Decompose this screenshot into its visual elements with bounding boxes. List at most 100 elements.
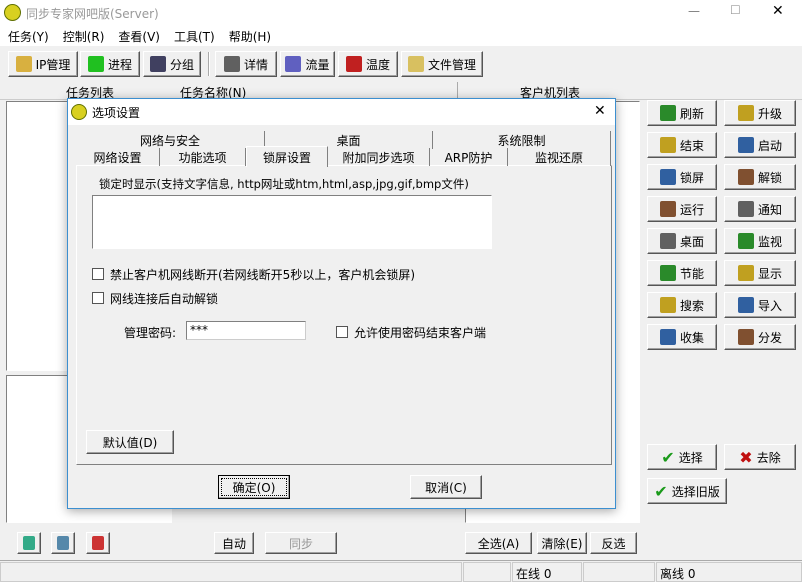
checkbox[interactable] — [92, 268, 104, 280]
action-button[interactable]: 节能 — [647, 260, 717, 286]
menu-item[interactable]: 帮助(H) — [229, 28, 271, 45]
action-icon — [659, 137, 676, 153]
menu-item[interactable]: 工具(T) — [174, 28, 215, 45]
toolbar-traffic-button[interactable]: 流量 — [280, 51, 335, 77]
tab[interactable]: 附加同步选项 — [328, 148, 430, 166]
dialog-title-bar: 选项设置 ✕ — [68, 99, 615, 125]
tab[interactable]: 网络设置 — [76, 148, 160, 166]
action-button[interactable]: 收集 — [647, 324, 717, 350]
status-pane — [463, 562, 511, 582]
action-icon — [737, 169, 754, 185]
action-icon — [737, 105, 754, 121]
cross-icon: ✖ — [739, 447, 753, 467]
action-button[interactable]: 运行 — [647, 196, 717, 222]
invert-button[interactable]: 反选 — [590, 532, 637, 554]
action-icon — [659, 265, 676, 281]
maximize-button[interactable]: ☐ — [730, 3, 741, 17]
action-button[interactable]: 监视 — [724, 228, 796, 254]
ip-icon — [15, 56, 32, 72]
password-input[interactable]: *** — [186, 321, 306, 340]
delete-icon — [92, 536, 104, 550]
menu-item[interactable]: 查看(V) — [118, 28, 160, 45]
auto-unlock-checkbox[interactable]: 网线连接后自动解锁 — [92, 290, 218, 307]
add-task-button[interactable] — [17, 532, 41, 554]
allow-password-exit-checkbox[interactable]: 允许使用密码结束客户端 — [336, 324, 486, 341]
title-bar: 同步专家网吧版(Server) — ☐ ✕ — [0, 0, 802, 26]
checkbox[interactable] — [92, 292, 104, 304]
add-task-icon — [23, 536, 35, 550]
select-all-button[interactable]: 全选(A) — [465, 532, 532, 554]
check-icon: ✔ — [654, 481, 668, 501]
status-pane — [583, 562, 655, 582]
file-manage-icon — [407, 56, 424, 72]
options-dialog: 选项设置 ✕ 网络与安全 桌面 系统限制 网络设置 功能选项 锁屏设置 附加同步选项 ARP… — [67, 98, 616, 509]
status-bar: 在线 0 离线 0 — [0, 560, 802, 582]
action-button[interactable]: 启动 — [724, 132, 796, 158]
action-button[interactable]: 升级 — [724, 100, 796, 126]
details-icon — [223, 56, 240, 72]
checkbox[interactable] — [336, 326, 348, 338]
action-icon — [659, 105, 676, 121]
action-icon — [737, 201, 754, 217]
sync-button[interactable]: 同步 — [265, 532, 337, 554]
tab[interactable]: ARP防护 — [430, 148, 508, 166]
toolbar-group-button[interactable]: 分组 — [143, 51, 201, 77]
menu-item[interactable]: 任务(Y) — [8, 28, 49, 45]
tab[interactable]: 功能选项 — [160, 148, 246, 166]
ok-button[interactable]: 确定(O) — [218, 475, 290, 499]
online-count: 在线 0 — [512, 562, 582, 582]
toolbar-details-button[interactable]: 详情 — [215, 51, 277, 77]
tab[interactable]: 监视还原 — [508, 148, 611, 166]
window-title: 同步专家网吧版(Server) — [26, 7, 159, 21]
minimize-button[interactable]: — — [688, 4, 700, 18]
dialog-title: 选项设置 — [92, 106, 141, 120]
action-icon — [659, 201, 676, 217]
app-icon — [4, 4, 21, 21]
cancel-button[interactable]: 取消(C) — [410, 475, 482, 499]
select-old-button[interactable]: ✔ 选择旧版 — [647, 478, 727, 504]
toolbar-file-manage-button[interactable]: 文件管理 — [401, 51, 483, 77]
select-button[interactable]: ✔ 选择 — [647, 444, 717, 470]
delete-task-button[interactable] — [86, 532, 110, 554]
process-icon — [87, 56, 104, 72]
menu-bar: 任务(Y) 控制(R) 查看(V) 工具(T) 帮助(H) — [0, 26, 802, 46]
action-button[interactable]: 通知 — [724, 196, 796, 222]
clear-button[interactable]: 清除(E) — [537, 532, 587, 554]
action-button[interactable]: 锁屏 — [647, 164, 717, 190]
action-button[interactable]: 桌面 — [647, 228, 717, 254]
action-button[interactable]: 导入 — [724, 292, 796, 318]
action-icon — [659, 297, 676, 313]
action-button[interactable]: 刷新 — [647, 100, 717, 126]
action-icon — [737, 297, 754, 313]
copy-task-button[interactable] — [51, 532, 75, 554]
action-icon — [659, 233, 676, 249]
action-button[interactable]: 分发 — [724, 324, 796, 350]
action-icon — [659, 329, 676, 345]
action-icon — [659, 169, 676, 185]
task-list[interactable] — [6, 101, 76, 371]
tab-row1[interactable]: 网络与安全 — [76, 131, 265, 149]
toolbar-process-button[interactable]: 进程 — [80, 51, 140, 77]
action-icon — [737, 137, 754, 153]
toolbar-separator — [208, 52, 210, 76]
block-cable-disconnect-checkbox[interactable]: 禁止客户机网线断开(若网线断开5秒以上，客户机会锁屏) — [92, 266, 415, 283]
tab-row1[interactable]: 系统限制 — [433, 131, 611, 149]
lock-display-input[interactable] — [92, 195, 492, 249]
menu-item[interactable]: 控制(R) — [63, 28, 105, 45]
default-button[interactable]: 默认值(D) — [86, 430, 174, 454]
toolbar-thermometer-button[interactable]: 温度 — [338, 51, 398, 77]
action-icon — [737, 329, 754, 345]
action-button[interactable]: 结束 — [647, 132, 717, 158]
lock-display-label: 锁定时显示(支持文字信息, http网址或htm,html,asp,jpg,gi… — [99, 177, 469, 191]
tab-active[interactable]: 锁屏设置 — [246, 146, 328, 167]
action-button[interactable]: 搜索 — [647, 292, 717, 318]
traffic-icon — [285, 56, 302, 72]
remove-button[interactable]: ✖ 去除 — [724, 444, 796, 470]
action-button[interactable]: 显示 — [724, 260, 796, 286]
dialog-close-button[interactable]: ✕ — [594, 103, 606, 119]
toolbar-ip-button[interactable]: IP管理 — [8, 51, 78, 77]
close-button[interactable]: ✕ — [772, 3, 784, 19]
action-button[interactable]: 解锁 — [724, 164, 796, 190]
status-pane — [0, 562, 462, 582]
auto-button[interactable]: 自动 — [214, 532, 254, 554]
